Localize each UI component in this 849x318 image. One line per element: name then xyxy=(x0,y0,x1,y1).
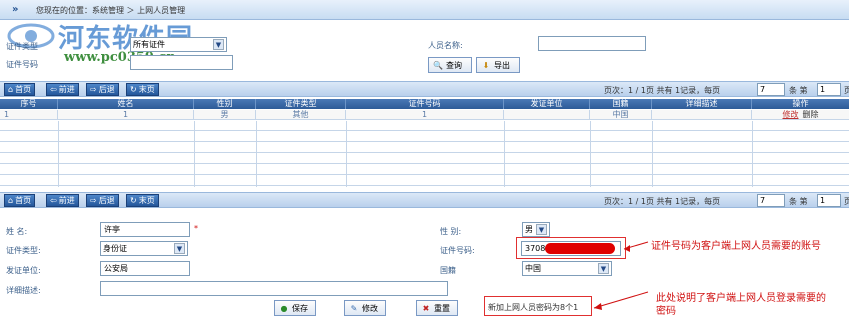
arrow-right-icon: ⇨ xyxy=(90,85,97,94)
edit-icon: ✎ xyxy=(350,303,358,313)
table-row-empty xyxy=(0,121,849,131)
cert-annotation: 证件号码为客户端上网人员需要的账号 xyxy=(651,241,821,252)
desc-input[interactable] xyxy=(100,281,448,296)
grid-column-divider xyxy=(504,121,505,187)
pager-prev-button[interactable]: ⇦ 前进 xyxy=(46,194,79,207)
issuer-label: 发证单位: xyxy=(6,266,41,275)
per-page-input[interactable] xyxy=(757,194,785,207)
chevron-down-icon: ▼ xyxy=(174,243,185,254)
desc-label: 详细描述: xyxy=(6,286,41,295)
search-icon: 🔍 xyxy=(433,60,443,70)
double-chevron-icon: » xyxy=(12,4,19,15)
pager-last-button[interactable]: ↻ 末页 xyxy=(126,83,159,96)
password-note: 新加上网人员密码为8个1 xyxy=(488,303,579,312)
grid-header-cell: 性别 xyxy=(194,99,256,109)
issuer-input[interactable] xyxy=(100,261,190,276)
grid-header-cell: 国籍 xyxy=(590,99,652,109)
name-input[interactable] xyxy=(100,222,190,237)
search-cert-type-select[interactable]: 所有证件 ▼ xyxy=(130,37,227,52)
export-button[interactable]: ⬇ 导出 xyxy=(476,57,520,73)
refresh-icon: ↻ xyxy=(130,196,137,205)
grid-column-divider xyxy=(194,121,195,187)
table-row-empty xyxy=(0,176,849,186)
grid-column-divider xyxy=(256,121,257,187)
save-button[interactable]: ● 保存 xyxy=(274,300,316,316)
pager-info-end: 页 xyxy=(844,197,849,206)
required-mark: * xyxy=(194,224,198,233)
search-cert-no-input[interactable] xyxy=(130,55,233,70)
pager-info-end: 页 xyxy=(844,86,849,95)
home-icon: ⌂ xyxy=(8,85,14,94)
arrow-left-icon: ⇦ xyxy=(50,196,57,205)
table-row-empty xyxy=(0,154,849,164)
cert-type-label: 证件类型: xyxy=(6,246,41,255)
grid-header: 序号 姓名 性别 证件类型 证件号码 发证单位 国籍 详细描述 操作 xyxy=(0,99,849,109)
query-button[interactable]: 🔍 查询 xyxy=(428,57,472,73)
search-person-name-input[interactable] xyxy=(538,36,646,51)
pager-bottom: ⌂首页 ⇦前进 ⇨后退 ↻末页 页次：1 / 1页 共有 1记录，每页 条 第 … xyxy=(0,192,849,208)
grid-column-divider xyxy=(652,121,653,187)
table-row-empty xyxy=(0,143,849,153)
pager-top: ⌂首页 ⇦前进 ⇨后退 ↻末页 页次：1 / 1页 共有 1记录，每页 条 第 … xyxy=(0,81,849,97)
page-number-input[interactable] xyxy=(817,194,841,207)
grid-column-divider xyxy=(590,121,591,187)
pager-prev-button[interactable]: ⇦ 前进 xyxy=(46,83,79,96)
table-row-empty xyxy=(0,165,849,175)
chevron-down-icon: ▼ xyxy=(213,39,224,50)
top-bar: » 您现在的位置：系统管理 ＞ 上网人员管理 xyxy=(0,0,849,20)
arrow-right-icon: ⇨ xyxy=(90,196,97,205)
password-annotation-line2: 密码 xyxy=(656,306,676,317)
name-label: 姓 名: xyxy=(6,227,28,236)
refresh-icon: ↻ xyxy=(130,85,137,94)
password-annotation-line1: 此处说明了客户端上网人员登录需要的 xyxy=(656,293,826,304)
grid-header-cell: 序号 xyxy=(0,99,58,109)
search-cert-no-label: 证件号码 xyxy=(6,60,38,69)
home-icon: ⌂ xyxy=(8,196,14,205)
search-person-name-label: 人员名称: xyxy=(428,41,463,50)
edit-button[interactable]: ✎ 修改 xyxy=(344,300,386,316)
grid-column-divider xyxy=(58,121,59,187)
table-row-empty xyxy=(0,132,849,142)
grid-column-divider xyxy=(752,121,753,187)
reset-button[interactable]: ✖ 重置 xyxy=(416,300,458,316)
cert-no-label: 证件号码: xyxy=(440,246,475,255)
pager-first-button[interactable]: ⌂ 首页 xyxy=(4,83,36,96)
grid-header-cell: 发证单位 xyxy=(504,99,590,109)
pager-first-button[interactable]: ⌂ 首页 xyxy=(4,194,36,207)
pager-last-button[interactable]: ↻ 末页 xyxy=(126,194,159,207)
close-icon: ✖ xyxy=(422,303,430,313)
annotation-arrows xyxy=(593,241,649,310)
row-edit-link[interactable]: 修改 xyxy=(783,110,799,119)
pager-info: 页次：1 / 1页 共有 1记录，每页 xyxy=(604,86,721,95)
arrow-left-icon: ⇦ xyxy=(50,85,57,94)
export-icon: ⬇ xyxy=(482,60,490,70)
grid-header-cell: 证件号码 xyxy=(346,99,504,109)
grid-header-cell: 证件类型 xyxy=(256,99,346,109)
pager-info-mid: 条 第 xyxy=(789,197,808,206)
per-page-input[interactable] xyxy=(757,83,785,96)
grid-header-cell: 操作 xyxy=(792,99,809,108)
chevron-down-icon: ▼ xyxy=(536,224,547,235)
save-icon: ● xyxy=(280,303,288,313)
pager-next-button[interactable]: ⇨ 后退 xyxy=(86,194,119,207)
search-cert-type-label: 证件类型 xyxy=(6,42,38,51)
table-row[interactable]: 1 1 男 其他 1 中国 修改 删除 xyxy=(0,110,849,120)
row-delete-link[interactable]: 删除 xyxy=(803,110,819,119)
pager-next-button[interactable]: ⇨ 后退 xyxy=(86,83,119,96)
page-number-input[interactable] xyxy=(817,83,841,96)
pager-info: 页次：1 / 1页 共有 1记录，每页 xyxy=(604,197,721,206)
pager-info-mid: 条 第 xyxy=(789,86,808,95)
grid-header-cell: 姓名 xyxy=(58,99,194,109)
country-label: 国籍 xyxy=(440,266,456,275)
grid-column-divider xyxy=(346,121,347,187)
gender-label: 性 别: xyxy=(440,227,462,236)
grid-header-cell: 详细描述 xyxy=(652,99,752,109)
search-cert-type-value: 所有证件 xyxy=(133,40,165,49)
cert-type-select[interactable]: 身份证 ▼ xyxy=(100,241,188,256)
gender-select[interactable]: 男 ▼ xyxy=(522,222,550,237)
breadcrumb: 您现在的位置：系统管理 ＞ 上网人员管理 xyxy=(36,6,186,15)
